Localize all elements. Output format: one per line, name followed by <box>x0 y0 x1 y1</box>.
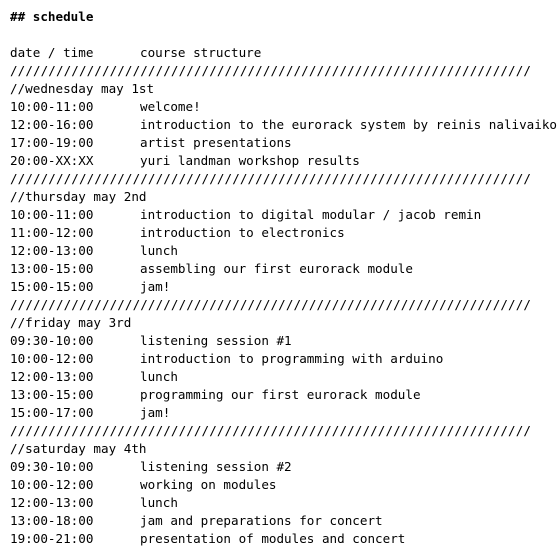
row-description: assembling our first eurorack module <box>140 261 413 276</box>
day-label-thursday: //thursday may 2nd <box>10 189 147 204</box>
separator-line: ////////////////////////////////////////… <box>10 171 532 186</box>
schedule-row: 17:00-19:00 artist presentations <box>10 134 557 152</box>
row-description: introduction to programming with arduino <box>140 351 444 366</box>
schedule-row: 12:00-16:00 introduction to the eurorack … <box>10 116 557 134</box>
day-label-saturday: //saturday may 4th <box>10 441 147 456</box>
row-description: jam! <box>140 405 171 420</box>
row-time: 09:30-10:00 <box>10 459 94 474</box>
row-time: 15:00-17:00 <box>10 405 94 420</box>
row-time: 10:00-11:00 <box>10 99 94 114</box>
row-time: 10:00-12:00 <box>10 477 94 492</box>
row-description: lunch <box>140 243 178 258</box>
row-time: 12:00-13:00 <box>10 369 94 384</box>
row-time: 12:00-13:00 <box>10 495 94 510</box>
row-description: jam! <box>140 279 171 294</box>
row-description: introduction to the eurorack system by r… <box>140 117 558 132</box>
row-description: listening session #2 <box>140 459 292 474</box>
schedule-heading: ## schedule <box>10 9 94 24</box>
row-description: lunch <box>140 495 178 510</box>
schedule-row: 10:00-11:00 welcome! <box>10 98 557 116</box>
row-time: 19:00-21:00 <box>10 531 94 546</box>
schedule-row: 13:00-15:00 assembling our first eurorack… <box>10 260 557 278</box>
column-header-time: date / time <box>10 45 94 60</box>
schedule-block: date / time course structure ////////////… <box>10 44 557 548</box>
schedule-row: 19:00-21:00 presentation of modules and c… <box>10 530 557 548</box>
row-description: jam and preparations for concert <box>140 513 383 528</box>
row-time: 10:00-11:00 <box>10 207 94 222</box>
column-header-structure: course structure <box>140 45 262 60</box>
row-description: yuri landman workshop results <box>140 153 360 168</box>
row-time: 12:00-16:00 <box>10 117 94 132</box>
row-description: programming our first eurorack module <box>140 387 421 402</box>
separator-line: ////////////////////////////////////////… <box>10 423 532 438</box>
row-description: welcome! <box>140 99 201 114</box>
row-description: artist presentations <box>140 135 292 150</box>
day-label-friday: //friday may 3rd <box>10 315 132 330</box>
schedule-row: 20:00-XX:XX yuri landman workshop results <box>10 152 557 170</box>
row-description: lunch <box>140 369 178 384</box>
schedule-row: 10:00-11:00 introduction to digital modul… <box>10 206 557 224</box>
schedule-row: 09:30-10:00 listening session #2 <box>10 458 557 476</box>
schedule-row: 13:00-18:00 jam and preparations for conc… <box>10 512 557 530</box>
row-time: 15:00-15:00 <box>10 279 94 294</box>
schedule-row: 10:00-12:00 introduction to programming w… <box>10 350 557 368</box>
schedule-row: 13:00-15:00 programming our first eurorac… <box>10 386 557 404</box>
row-description: presentation of modules and concert <box>140 531 406 546</box>
row-time: 13:00-18:00 <box>10 513 94 528</box>
schedule-row: 11:00-12:00 introduction to electronics <box>10 224 557 242</box>
schedule-row: 12:00-13:00 lunch <box>10 242 557 260</box>
schedule-row: 12:00-13:00 lunch <box>10 368 557 386</box>
row-time: 12:00-13:00 <box>10 243 94 258</box>
separator-line: ////////////////////////////////////////… <box>10 297 532 312</box>
schedule-row: 15:00-15:00 jam! <box>10 278 557 296</box>
schedule-row: 10:00-12:00 working on modules <box>10 476 557 494</box>
row-description: introduction to electronics <box>140 225 345 240</box>
row-time: 11:00-12:00 <box>10 225 94 240</box>
schedule-row: 12:00-13:00 lunch <box>10 494 557 512</box>
row-time: 13:00-15:00 <box>10 261 94 276</box>
row-description: introduction to digital modular / jacob … <box>140 207 482 222</box>
separator-line: ////////////////////////////////////////… <box>10 63 532 78</box>
row-time: 13:00-15:00 <box>10 387 94 402</box>
schedule-row: 15:00-17:00 jam! <box>10 404 557 422</box>
row-time: 17:00-19:00 <box>10 135 94 150</box>
row-time: 09:30-10:00 <box>10 333 94 348</box>
row-description: working on modules <box>140 477 277 492</box>
row-time: 20:00-XX:XX <box>10 153 94 168</box>
day-label-wednesday: //wednesday may 1st <box>10 81 155 96</box>
row-time: 10:00-12:00 <box>10 351 94 366</box>
row-description: listening session #1 <box>140 333 292 348</box>
schedule-row: 09:30-10:00 listening session #1 <box>10 332 557 350</box>
column-header-row: date / time course structure <box>10 44 557 62</box>
